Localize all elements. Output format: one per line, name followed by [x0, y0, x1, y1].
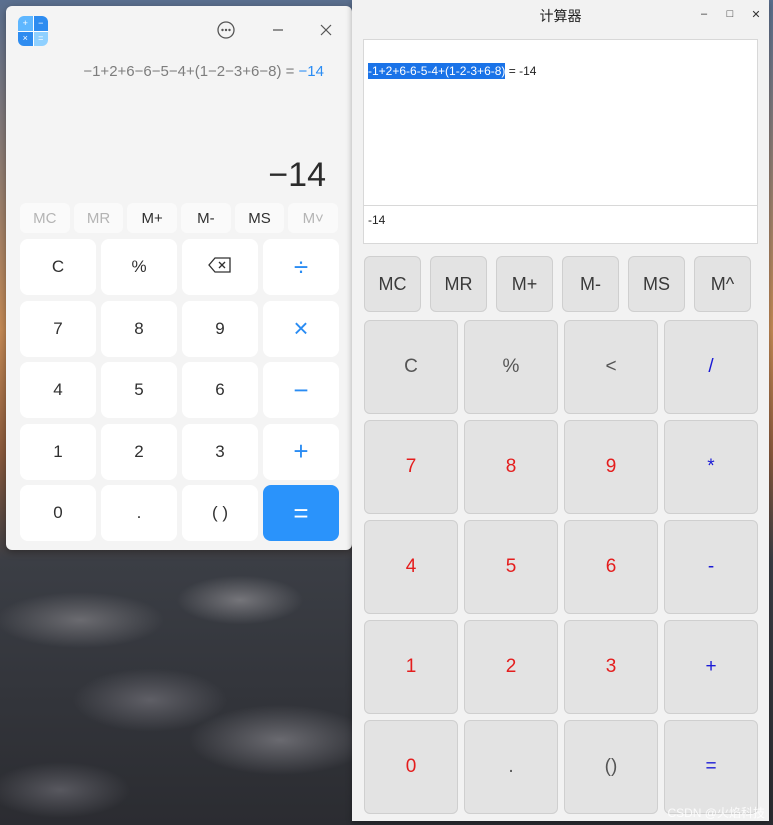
digit-4-button[interactable]: 4	[20, 362, 96, 418]
digit-9-button[interactable]: 9	[564, 420, 658, 514]
digit-8-button[interactable]: 8	[464, 420, 558, 514]
key-label: 9	[215, 318, 225, 338]
key-label: 8	[134, 318, 144, 338]
digit-7-button[interactable]: 7	[20, 300, 96, 357]
memory-key: M˅	[288, 203, 339, 233]
key-label: 1	[53, 441, 63, 461]
clear-button[interactable]: C	[20, 239, 96, 295]
keypad: C% </ 7 8 9 * 4 5 6- 1 2 3 +0.() =	[364, 320, 758, 814]
memory-key[interactable]: M+	[496, 256, 553, 312]
minimize-icon[interactable]: –	[697, 8, 711, 20]
result-display[interactable]: -14	[363, 205, 758, 244]
history-entry[interactable]: -1+2+6-6-5-4+(1-2-3+6-8) = -14	[368, 63, 537, 79]
digit-7-button[interactable]: 7	[364, 420, 458, 514]
key-label: =	[293, 497, 309, 528]
memory-key[interactable]: M+	[127, 203, 178, 233]
expression-history: −1+2+6−6−5−4+(1−2−3+6−8) = −14	[83, 63, 324, 80]
digit-3-button[interactable]: 3	[182, 423, 258, 480]
digit-4-button[interactable]: 4	[364, 520, 458, 614]
backspace-button[interactable]	[182, 239, 258, 295]
key-label: ×	[293, 313, 309, 343]
memory-key: MC	[20, 203, 70, 233]
deepin-calculator-window: + − × = −1+2+6−6−5−4+(1−2−3+6−8) = −14 −14 …	[6, 6, 352, 550]
watermark: CSDN @火焰科技	[667, 806, 765, 820]
close-icon[interactable]: ✕	[749, 8, 763, 21]
memory-key[interactable]: M-	[181, 203, 231, 233]
divide-button[interactable]: ÷	[263, 239, 339, 295]
digit-0-button[interactable]: 0	[20, 485, 96, 541]
digit-2-button[interactable]: 2	[101, 423, 177, 480]
digit-9-button[interactable]: 9	[182, 300, 258, 357]
expression-result: −14	[298, 63, 324, 80]
titlebar: + − × =	[6, 6, 352, 56]
percent-button[interactable]: %	[101, 239, 177, 295]
memory-row: MC MR M+ M- MS M^	[364, 256, 757, 312]
memory-key[interactable]: M^	[694, 256, 751, 312]
key-label: 7	[53, 318, 63, 338]
multiply-button[interactable]: *	[664, 420, 758, 514]
memory-key[interactable]: MS	[234, 203, 285, 233]
digit-8-button[interactable]: 8	[101, 300, 177, 357]
key-label: +	[293, 436, 309, 466]
key-label: ÷	[293, 251, 309, 282]
digit-6-button[interactable]: 6	[182, 362, 258, 418]
history-panel[interactable]: -1+2+6-6-5-4+(1-2-3+6-8) = -14	[363, 39, 758, 206]
more-options-icon[interactable]	[214, 18, 238, 42]
result-display: −14	[268, 156, 326, 194]
memory-key[interactable]: MR	[430, 256, 487, 312]
key-label: 3	[215, 441, 225, 461]
key-label: ( )	[211, 503, 229, 522]
equals-button[interactable]: =	[263, 485, 339, 541]
digit-0-button[interactable]: 0	[364, 720, 458, 814]
parentheses-button[interactable]: ()	[564, 720, 658, 814]
equals-button[interactable]: =	[664, 720, 758, 814]
key-label: 0	[53, 503, 63, 522]
memory-key: MR	[73, 203, 124, 233]
key-label: 2	[134, 441, 144, 461]
percent-button[interactable]: %	[464, 320, 558, 414]
key-label: .	[136, 503, 142, 522]
minus-button[interactable]: -	[664, 520, 758, 614]
key-label: %	[131, 257, 147, 276]
key-label: −	[293, 374, 309, 405]
digit-2-button[interactable]: 2	[464, 620, 558, 714]
memory-key[interactable]: MC	[364, 256, 421, 312]
plus-button[interactable]: +	[664, 620, 758, 714]
key-label: C	[51, 257, 65, 276]
minimize-icon[interactable]	[266, 18, 290, 42]
close-icon[interactable]	[314, 18, 338, 42]
divide-button[interactable]: /	[664, 320, 758, 414]
minus-button[interactable]: −	[263, 362, 339, 418]
expression-text: −1+2+6−6−5−4+(1−2−3+6−8) =	[83, 63, 299, 80]
digit-1-button[interactable]: 1	[364, 620, 458, 714]
plus-button[interactable]: +	[263, 423, 339, 480]
decimal-button[interactable]: .	[101, 485, 177, 541]
backspace-button[interactable]: <	[564, 320, 658, 414]
key-label: 4	[53, 380, 63, 399]
parentheses-button[interactable]: ( )	[182, 485, 258, 541]
key-label: 6	[215, 380, 225, 399]
key-label: 5	[134, 380, 144, 399]
history-result-text: = -14	[505, 64, 537, 78]
keypad: C% ÷ 7 8 9 × 4 5 6 − 1 2 3 +0. ( ) =	[20, 239, 339, 541]
backspace-icon	[208, 256, 232, 278]
digit-6-button[interactable]: 6	[564, 520, 658, 614]
digit-5-button[interactable]: 5	[101, 362, 177, 418]
display-value: -14	[368, 213, 386, 227]
simple-calculator-window: 计算器 – □ ✕ -1+2+6-6-5-4+(1-2-3+6-8) = -14…	[352, 0, 769, 821]
decimal-button[interactable]: .	[464, 720, 558, 814]
maximize-icon[interactable]: □	[723, 8, 737, 20]
calculator-app-icon: + − × =	[18, 16, 48, 46]
multiply-button[interactable]: ×	[263, 300, 339, 357]
clear-button[interactable]: C	[364, 320, 458, 414]
digit-5-button[interactable]: 5	[464, 520, 558, 614]
digit-3-button[interactable]: 3	[564, 620, 658, 714]
history-selected-text: -1+2+6-6-5-4+(1-2-3+6-8)	[368, 63, 506, 79]
digit-1-button[interactable]: 1	[20, 423, 96, 480]
memory-key[interactable]: MS	[628, 256, 685, 312]
memory-key[interactable]: M-	[562, 256, 619, 312]
memory-row: MC MR M+ M- MS M˅	[20, 203, 339, 233]
